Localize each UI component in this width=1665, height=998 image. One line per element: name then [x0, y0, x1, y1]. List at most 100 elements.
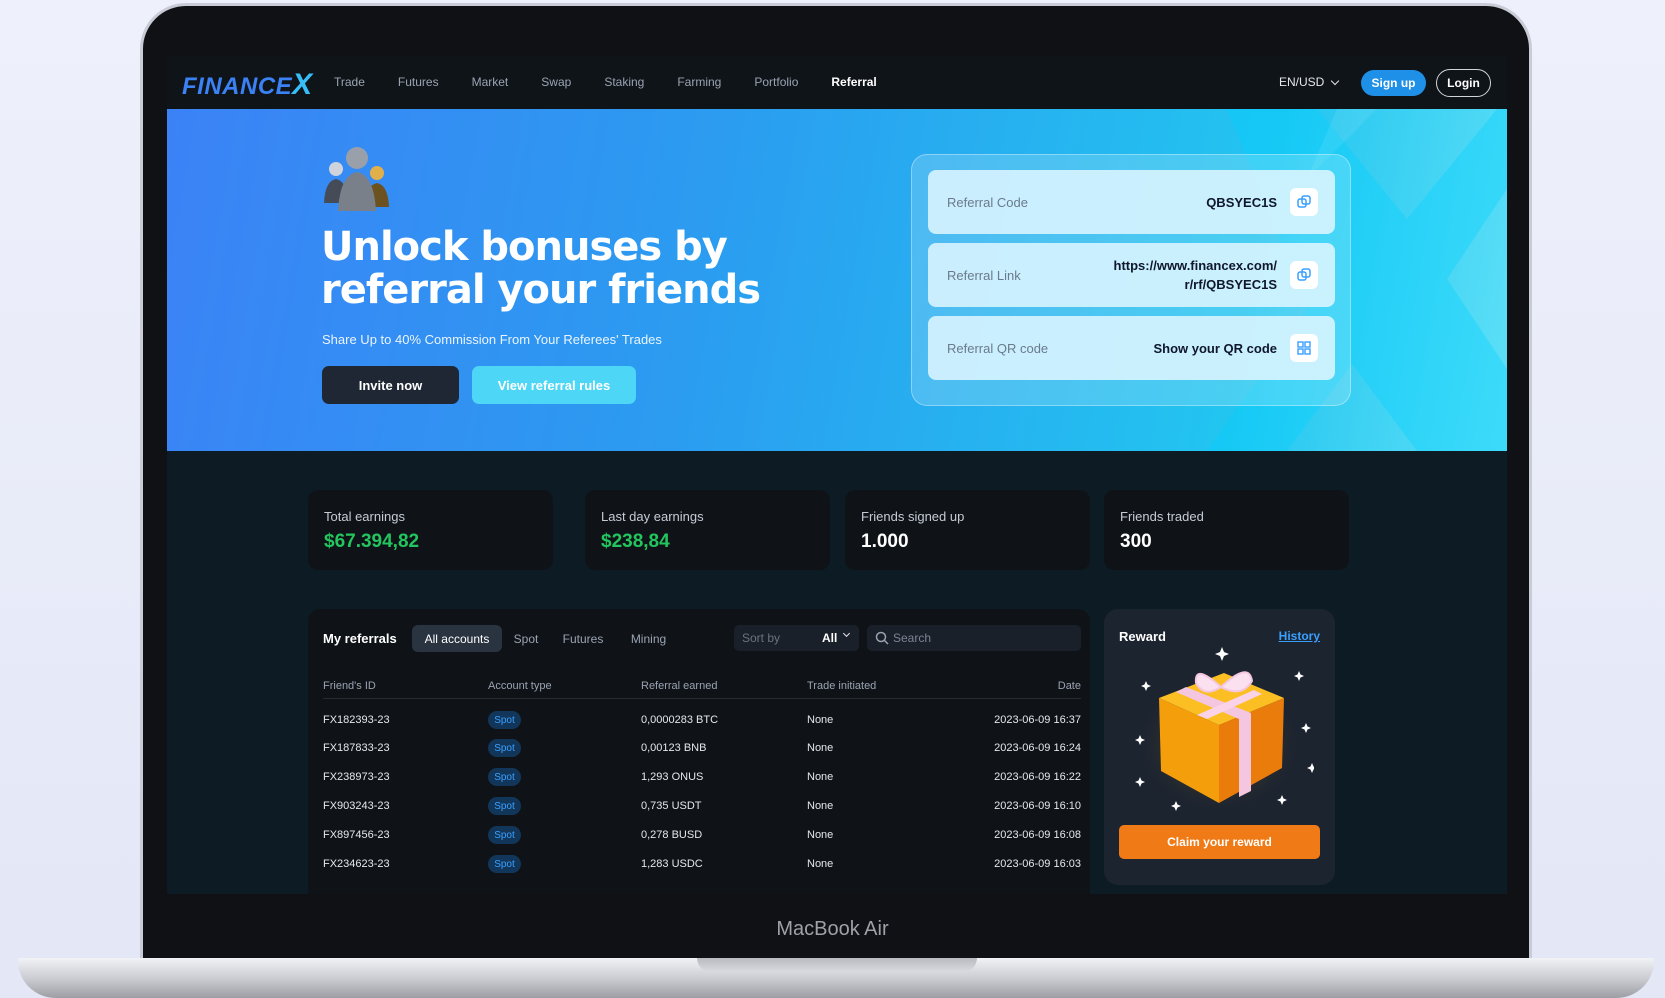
- referral-qr-value[interactable]: Show your QR code: [1153, 339, 1277, 358]
- referral-link-line1: https://www.financex.com/: [1113, 258, 1277, 273]
- qr-code-icon: [1297, 341, 1311, 355]
- sort-by-dropdown[interactable]: Sort by All: [734, 625, 859, 651]
- nav-link-farming[interactable]: Farming: [677, 75, 721, 89]
- stat-value: $67.394,82: [324, 531, 420, 552]
- tab-all-accounts[interactable]: All accounts: [412, 625, 502, 652]
- account-type-badge: Spot: [488, 797, 521, 815]
- cell-date: 2023-06-09 16:37: [994, 714, 1081, 726]
- login-button[interactable]: Login: [1436, 69, 1491, 97]
- table-row[interactable]: FX897456-23 Spot 0,278 BUSD None 2023-06…: [308, 823, 1090, 851]
- copy-link-button[interactable]: [1290, 261, 1318, 289]
- cell-trade-initiated: None: [807, 742, 834, 754]
- stat-value: 300: [1120, 531, 1152, 552]
- tab-mining[interactable]: Mining: [626, 625, 671, 652]
- cell-date: 2023-06-09 16:08: [994, 829, 1081, 841]
- nav-link-futures[interactable]: Futures: [398, 75, 439, 89]
- table-header-divider: [323, 698, 1081, 699]
- reward-title: Reward: [1119, 629, 1166, 644]
- search-input[interactable]: [893, 625, 1073, 651]
- tab-spot[interactable]: Spot: [506, 625, 546, 652]
- cell-date: 2023-06-09 16:22: [994, 771, 1081, 783]
- referral-link-value: https://www.financex.com/ r/rf/QBSYEC1S: [1114, 256, 1277, 294]
- stat-card-friends-signed-up: Friends signed up 1.000: [845, 490, 1090, 570]
- cell-referral-earned: 0,735 USDT: [641, 800, 702, 812]
- chevron-down-icon: [842, 629, 851, 638]
- cell-friend-id: FX234623-23: [323, 858, 390, 870]
- search-box: [867, 625, 1081, 651]
- stat-card-last-day-earnings: Last day earnings $238,84: [585, 490, 830, 570]
- invite-now-button[interactable]: Invite now: [322, 366, 459, 404]
- cell-friend-id: FX187833-23: [323, 742, 390, 754]
- referral-info-panel: Referral Code QBSYEC1S Referral Link htt…: [911, 154, 1351, 406]
- column-header-date: Date: [1057, 680, 1081, 692]
- cell-trade-initiated: None: [807, 714, 834, 726]
- referral-code-label: Referral Code: [947, 194, 1028, 210]
- copy-code-button[interactable]: [1290, 188, 1318, 216]
- table-row[interactable]: FX187833-23 Spot 0,00123 BNB None 2023-0…: [308, 736, 1090, 764]
- top-navbar: FINANCEX Trade Futures Market Swap Staki…: [167, 56, 1507, 109]
- column-header-referral-earned: Referral earned: [641, 680, 718, 692]
- account-type-badge: Spot: [488, 826, 521, 844]
- gift-box-icon: [1134, 647, 1314, 811]
- sort-label: Sort by: [742, 631, 781, 645]
- cell-trade-initiated: None: [807, 829, 834, 841]
- nav-link-trade[interactable]: Trade: [334, 75, 365, 89]
- tab-futures[interactable]: Futures: [558, 625, 608, 652]
- account-type-badge: Spot: [488, 855, 521, 873]
- referral-link-label: Referral Link: [947, 267, 1021, 283]
- stat-card-total-earnings: Total earnings $67.394,82: [308, 490, 553, 570]
- claim-reward-button[interactable]: Claim your reward: [1119, 825, 1320, 859]
- cell-date: 2023-06-09 16:10: [994, 800, 1081, 812]
- stat-label: Friends traded: [1120, 509, 1204, 524]
- cell-date: 2023-06-09 16:24: [994, 742, 1081, 754]
- stat-label: Last day earnings: [601, 509, 704, 524]
- laptop-notch: [697, 958, 977, 972]
- view-referral-rules-button[interactable]: View referral rules: [472, 366, 636, 404]
- table-row[interactable]: FX903243-23 Spot 0,735 USDT None 2023-06…: [308, 794, 1090, 822]
- hero-title: Unlock bonuses by referral your friends: [321, 224, 761, 313]
- language-selector[interactable]: EN/USD: [1279, 75, 1340, 89]
- nav-link-staking[interactable]: Staking: [604, 75, 644, 89]
- show-qr-button[interactable]: [1290, 334, 1318, 362]
- history-link[interactable]: History: [1279, 629, 1320, 643]
- column-header-friend-id: Friend's ID: [323, 680, 376, 692]
- nav-link-referral[interactable]: Referral: [831, 75, 876, 89]
- table-row[interactable]: FX234623-23 Spot 1,283 USDC None 2023-06…: [308, 852, 1090, 880]
- cell-trade-initiated: None: [807, 800, 834, 812]
- reward-panel: Reward History Claim your reward: [1104, 609, 1335, 885]
- device-label: MacBook Air: [776, 918, 889, 940]
- referral-qr-label: Referral QR code: [947, 340, 1049, 356]
- my-referrals-panel: My referrals All accounts Spot Futures M…: [308, 609, 1090, 894]
- cell-friend-id: FX903243-23: [323, 800, 390, 812]
- table-row[interactable]: FX238973-23 Spot 1,293 ONUS None 2023-06…: [308, 765, 1090, 793]
- column-header-account-type: Account type: [488, 680, 552, 692]
- copy-icon: [1297, 195, 1311, 208]
- cell-referral-earned: 0,0000283 BTC: [641, 714, 719, 726]
- column-header-trade-initiated: Trade initiated: [807, 680, 877, 692]
- copy-icon: [1297, 268, 1311, 281]
- hero-banner: Unlock bonuses by referral your friends …: [167, 109, 1507, 451]
- referrals-title: My referrals: [323, 631, 397, 646]
- account-type-badge: Spot: [488, 739, 521, 757]
- cell-date: 2023-06-09 16:03: [994, 858, 1081, 870]
- nav-link-swap[interactable]: Swap: [541, 75, 571, 89]
- nav-link-market[interactable]: Market: [472, 75, 509, 89]
- cell-friend-id: FX897456-23: [323, 829, 390, 841]
- cell-referral-earned: 0,00123 BNB: [641, 742, 707, 754]
- signup-button[interactable]: Sign up: [1361, 70, 1426, 96]
- account-type-badge: Spot: [488, 711, 521, 729]
- language-label: EN/USD: [1279, 75, 1325, 89]
- stat-label: Total earnings: [324, 509, 405, 524]
- cell-referral-earned: 1,283 USDC: [641, 858, 703, 870]
- stat-label: Friends signed up: [861, 509, 965, 524]
- account-type-badge: Spot: [488, 768, 521, 786]
- search-icon: [875, 631, 889, 645]
- cell-referral-earned: 0,278 BUSD: [641, 829, 703, 841]
- financex-logo[interactable]: FINANCEX: [182, 68, 313, 102]
- cell-friend-id: FX182393-23: [323, 714, 390, 726]
- referral-qr-row: Referral QR code Show your QR code: [928, 316, 1335, 380]
- sort-value: All: [822, 631, 838, 645]
- referral-people-icon: [324, 147, 389, 211]
- nav-link-portfolio[interactable]: Portfolio: [754, 75, 798, 89]
- table-row[interactable]: FX182393-23 Spot 0,0000283 BTC None 2023…: [308, 708, 1090, 736]
